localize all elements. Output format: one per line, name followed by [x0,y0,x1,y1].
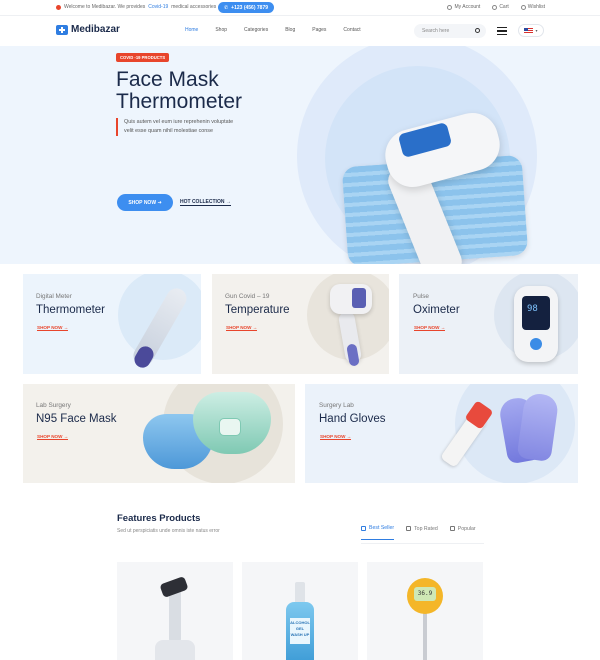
chevron-down-icon: ▾ [535,28,538,33]
hero-desc-accent [116,118,118,136]
product-card-thermometer[interactable]: 36.9 [367,562,483,660]
tag-icon [449,526,455,531]
features-subtitle: Sed ut perspiciatis unde omnis iste natu… [117,528,220,534]
arrow-right-icon: ➜ [157,199,162,206]
covid-link[interactable]: Covid-19 [148,4,168,10]
shop-now-link[interactable]: SHOP NOW → [414,325,446,331]
menu-icon[interactable] [497,27,507,35]
nav-categories[interactable]: Categories [244,27,268,33]
phone-icon: ✆ [223,4,229,11]
shop-now-link[interactable]: SHOP NOW → [37,434,69,440]
tabs-divider [361,543,484,544]
nav-shop[interactable]: Shop [215,27,227,33]
product-tabs: Best Seller Top Rated Popular [361,525,476,540]
main-header: Medibazar Home Shop Categories Blog Page… [0,16,600,46]
search-input[interactable]: Search here [414,24,486,38]
cart-link[interactable]: Cart [492,4,509,10]
cart-icon [492,4,498,10]
hero-badge: COVID -19 PRODUCTS [116,53,170,62]
my-account-link[interactable]: My Account [447,4,480,10]
star-icon [406,526,412,531]
us-flag-icon [524,27,534,34]
heart-icon [520,4,526,10]
hero-banner [0,46,600,264]
nav-contact[interactable]: Contact [343,27,360,33]
tab-popular[interactable]: Popular [449,525,476,540]
account-links: My Account Cart Wishlist [447,4,545,10]
category-card-thermometer[interactable]: Digital Meter Thermometer SHOP NOW → [23,274,201,374]
user-icon [447,4,453,10]
medical-kit-icon [56,24,68,35]
shop-now-button[interactable]: SHOP NOW ➜ [117,194,173,211]
hero-title: Face Mask Thermometer [116,68,243,113]
shop-now-link[interactable]: SHOP NOW → [320,434,352,440]
features-title: Features Products [117,513,201,524]
shop-now-link[interactable]: SHOP NOW → [37,325,69,331]
product-card-gel[interactable]: ALCOHOL GEL WASH UP [242,562,358,660]
nav-pages[interactable]: Pages [312,27,326,33]
welcome-text: Welcome to Medibazar. We provides Covid-… [56,4,216,10]
category-card-n95-mask[interactable]: Lab Surgery N95 Face Mask SHOP NOW → [23,384,295,483]
tab-top-rated[interactable]: Top Rated [406,525,438,540]
search-icon[interactable] [475,28,480,33]
phone-button[interactable]: ✆ +123 (456) 7879 [218,2,274,13]
category-card-temperature[interactable]: Gun Covid – 19 Temperature SHOP NOW → [212,274,389,374]
main-nav: Home Shop Categories Blog Pages Contact [185,27,378,33]
alert-icon [56,4,61,10]
nav-home[interactable]: Home [185,27,198,33]
nav-blog[interactable]: Blog [285,27,295,33]
hot-collection-link[interactable]: HOT COLLECTION → [180,199,231,206]
logo[interactable]: Medibazar [56,24,120,35]
hero-description: Quis autem vel eum iure reprehenin volup… [124,119,234,134]
product-card-microscope[interactable] [117,562,233,660]
category-card-oximeter[interactable]: 98 Pulse Oximeter SHOP NOW → [399,274,578,374]
arrow-right-icon: → [225,199,231,205]
category-card-hand-gloves[interactable]: Surgery Lab Hand Gloves SHOP NOW → [305,384,578,483]
wishlist-link[interactable]: Wishlist [520,4,545,10]
tab-best-seller[interactable]: Best Seller [361,525,395,540]
top-bar: Welcome to Medibazar. We provides Covid-… [0,0,600,16]
language-selector[interactable]: ▾ [518,24,544,37]
shop-now-link[interactable]: SHOP NOW → [226,325,258,331]
badge-icon [361,525,366,531]
